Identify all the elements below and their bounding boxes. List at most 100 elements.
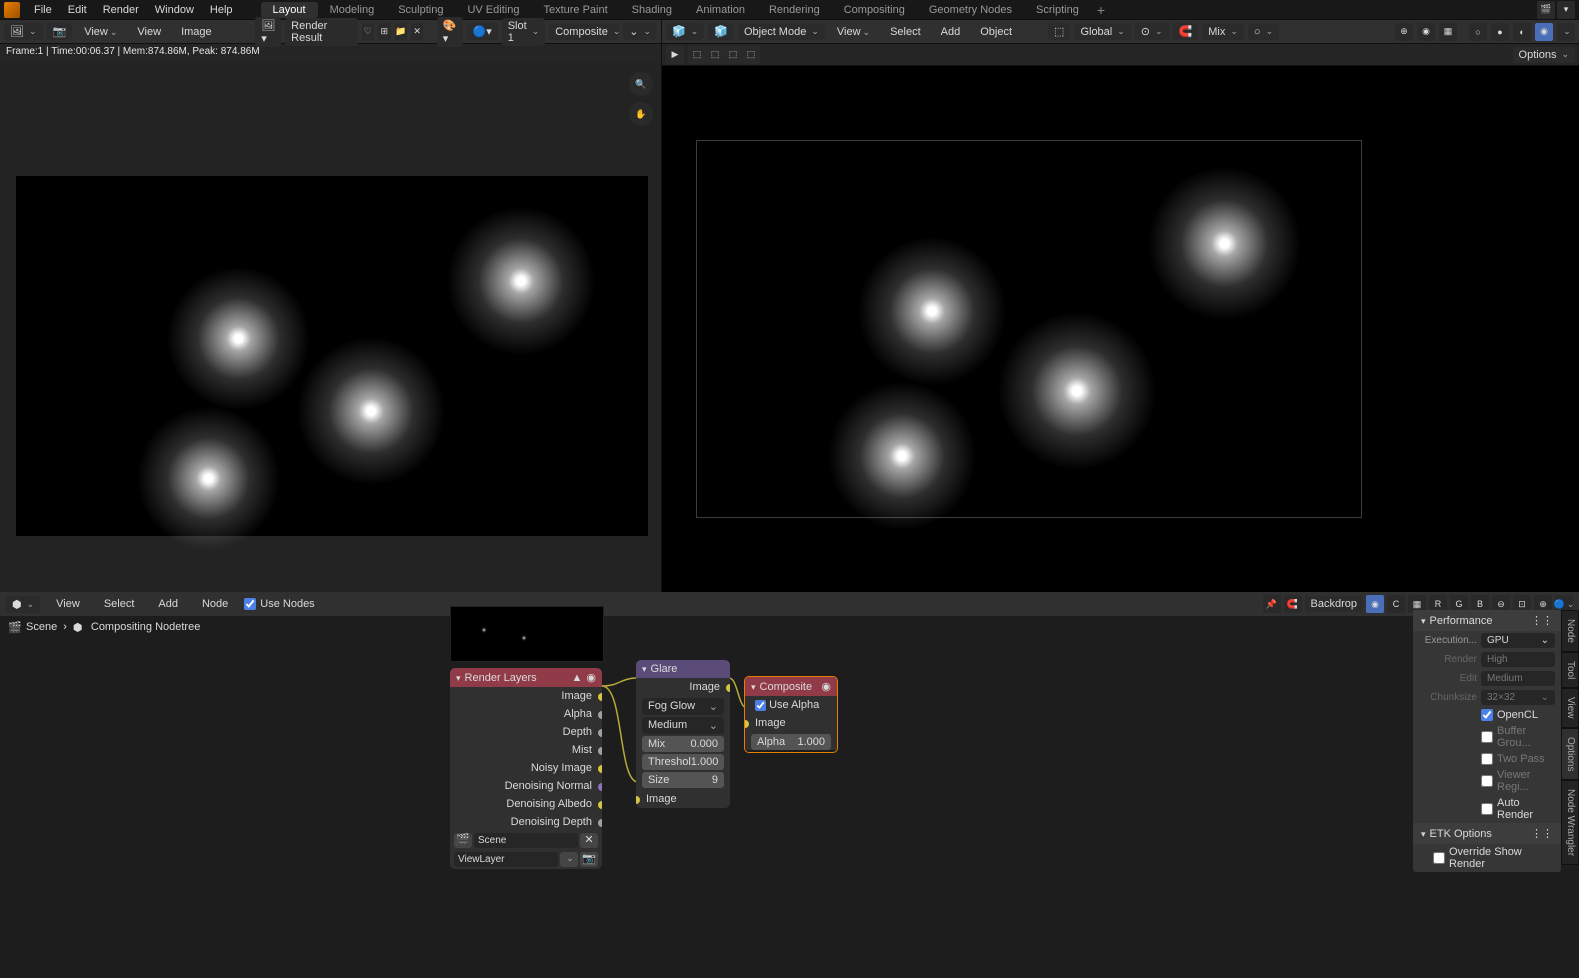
tab-texpaint[interactable]: Texture Paint [531, 2, 619, 18]
glare-threshold-field[interactable]: Threshol1.000 [642, 754, 724, 770]
select-mode-3-icon[interactable]: ⬚ [724, 46, 742, 64]
socket-noisy[interactable]: Noisy Image [450, 759, 602, 777]
tab-geonodes[interactable]: Geometry Nodes [917, 2, 1024, 18]
sidebar-tab-wrangler[interactable]: Node Wrangler [1561, 780, 1579, 865]
snap-toggle[interactable]: 🧲 [1173, 23, 1199, 40]
viewport-select-menu[interactable]: Select [882, 24, 929, 40]
compositor-view-menu[interactable]: View [48, 596, 88, 612]
socket-depth[interactable]: Depth [450, 723, 602, 741]
proportional-edit-dropdown[interactable]: ○ [1248, 24, 1279, 40]
layer-dropdown[interactable]: Composite [549, 24, 619, 40]
object-mode-dropdown[interactable]: Object Mode [738, 24, 825, 40]
image-view-menu[interactable]: View [76, 24, 125, 40]
composite-alpha-field[interactable]: Alpha1.000 [751, 734, 831, 750]
pivot-dropdown[interactable]: ⊙ [1135, 23, 1169, 40]
new-image-button[interactable]: ⊞ [378, 23, 390, 41]
tab-layout[interactable]: Layout [261, 2, 318, 18]
collapse-icon[interactable] [456, 672, 461, 684]
menu-help[interactable]: Help [202, 2, 241, 18]
fake-user-toggle[interactable]: ♡ [362, 23, 374, 41]
shading-options-dropdown[interactable] [1557, 23, 1575, 41]
tab-uv[interactable]: UV Editing [455, 2, 531, 18]
compositor-editor-type-dropdown[interactable]: ⬢ [6, 596, 40, 613]
scene-browse-icon[interactable]: 🎬 [454, 833, 472, 848]
override-show-render-checkbox[interactable]: Override Show Render [1413, 844, 1561, 872]
sidebar-tab-view[interactable]: View [1561, 688, 1579, 728]
menu-window[interactable]: Window [147, 2, 202, 18]
shading-matpreview-icon[interactable]: ◐ [1513, 23, 1531, 41]
tab-shading[interactable]: Shading [620, 2, 684, 18]
panel-performance-header[interactable]: Performance⋮⋮ [1413, 610, 1561, 631]
transform-orient-dropdown[interactable]: Global [1074, 24, 1130, 40]
select-tool-icon[interactable]: ▶ [666, 46, 684, 64]
buffer-groups-checkbox[interactable]: Buffer Grou... [1413, 723, 1561, 751]
shading-wireframe-icon[interactable]: ○ [1469, 23, 1487, 41]
xray-toggle-icon[interactable]: ▦ [1439, 23, 1457, 41]
collapse-icon[interactable] [751, 681, 756, 693]
viewer-region-checkbox[interactable]: Viewer Regi... [1413, 767, 1561, 795]
unlink-image-button[interactable]: ✕ [411, 23, 423, 41]
tab-scripting[interactable]: Scripting [1024, 2, 1091, 18]
glare-quality-dropdown[interactable]: Medium [642, 717, 724, 734]
use-alpha-checkbox[interactable]: Use Alpha [745, 696, 837, 714]
overlay-toggle-icon[interactable]: ◉ [1417, 23, 1435, 41]
display-channels-icon[interactable]: 🎨▾ [437, 17, 463, 47]
two-pass-checkbox[interactable]: Two Pass [1413, 751, 1561, 767]
sidebar-tab-node[interactable]: Node [1561, 610, 1579, 652]
select-mode-4-icon[interactable]: ⬚ [742, 46, 760, 64]
glare-type-dropdown[interactable]: Fog Glow [642, 698, 724, 715]
compositor-add-menu[interactable]: Add [150, 596, 186, 612]
composite-in-image[interactable]: Image [745, 714, 837, 732]
panel-menu-icon[interactable]: ⋮⋮ [1531, 827, 1553, 840]
socket-image[interactable]: Image [450, 687, 602, 705]
breadcrumb-scene[interactable]: Scene [26, 621, 57, 633]
add-workspace-button[interactable]: + [1097, 2, 1105, 18]
image-browse-button[interactable]: 🖼▾ [255, 17, 281, 47]
select-mode-2-icon[interactable]: ⬚ [706, 46, 724, 64]
socket-mist[interactable]: Mist [450, 741, 602, 759]
render-slot-icon[interactable]: 🔵▾ [467, 23, 498, 40]
shading-rendered-icon[interactable]: ◉ [1535, 23, 1553, 41]
compositor-select-menu[interactable]: Select [96, 596, 143, 612]
menu-file[interactable]: File [26, 2, 60, 18]
render-single-layer-button[interactable]: 📷 [580, 852, 598, 867]
preview-icon[interactable]: ◉ [821, 680, 831, 693]
viewport-view-menu[interactable]: View [829, 24, 878, 40]
socket-dn-albedo[interactable]: Denoising Albedo [450, 795, 602, 813]
sidebar-tab-options[interactable]: Options [1561, 728, 1579, 780]
backdrop-toggle[interactable]: Backdrop [1305, 596, 1363, 612]
image-editor-mode-button[interactable]: 📷 [47, 23, 73, 40]
viewlayer-menu-icon[interactable] [560, 852, 578, 867]
tab-rendering[interactable]: Rendering [757, 2, 832, 18]
open-image-button[interactable]: 📁 [395, 23, 407, 41]
menu-render[interactable]: Render [95, 2, 147, 18]
shading-solid-icon[interactable]: ● [1491, 23, 1509, 41]
tab-modeling[interactable]: Modeling [318, 2, 387, 18]
menu-edit[interactable]: Edit [60, 2, 95, 18]
tab-animation[interactable]: Animation [684, 2, 757, 18]
compositor-node-menu[interactable]: Node [194, 596, 236, 612]
viewport-object-menu[interactable]: Object [972, 24, 1020, 40]
collapse-icon[interactable] [642, 663, 647, 675]
glare-in-image[interactable]: Image [636, 790, 730, 808]
scene-unlink-button[interactable]: ✕ [580, 833, 598, 848]
gizmo-toggle-icon[interactable]: ⊕ [1395, 23, 1413, 41]
tab-compositing[interactable]: Compositing [832, 2, 917, 18]
socket-alpha[interactable]: Alpha [450, 705, 602, 723]
glare-mix-field[interactable]: Mix0.000 [642, 736, 724, 752]
panel-menu-icon[interactable]: ⋮⋮ [1531, 614, 1553, 627]
pan-icon[interactable]: ✋ [629, 102, 653, 126]
socket-dn-depth[interactable]: Denoising Depth [450, 813, 602, 831]
viewlayer-dropdown-icon[interactable]: ▾ [1557, 1, 1575, 19]
socket-dn-normal[interactable]: Denoising Normal [450, 777, 602, 795]
editor-type-dropdown[interactable]: 🖼 [4, 23, 43, 40]
scene-select-field[interactable]: Scene [474, 833, 578, 848]
snap-mode-dropdown[interactable]: Mix [1202, 24, 1244, 40]
execution-mode-dropdown[interactable]: GPU [1481, 633, 1555, 648]
pass-dropdown[interactable]: ⌄ [623, 23, 657, 40]
node-render-layers[interactable]: Render Layers▲◉ Image Alpha Depth Mist N… [450, 668, 602, 869]
interaction-mode-icon[interactable]: 🧊 [708, 23, 734, 40]
breadcrumb-nodetree[interactable]: Compositing Nodetree [91, 621, 200, 633]
auto-render-checkbox[interactable]: Auto Render [1413, 795, 1561, 823]
use-nodes-checkbox[interactable]: Use Nodes [244, 598, 314, 610]
